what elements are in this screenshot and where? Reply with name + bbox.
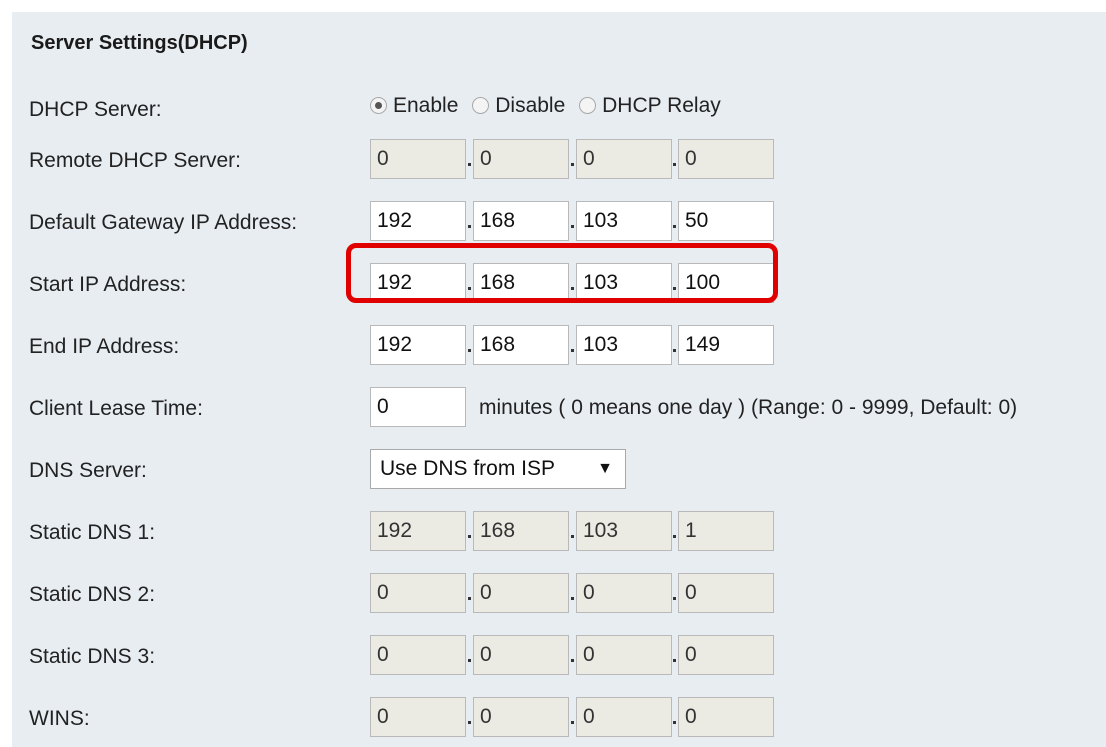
static-dns2-label: Static DNS 2:: [29, 583, 156, 606]
radio-disable-label: Disable: [495, 94, 566, 117]
static-dns3-octet-4: [678, 635, 774, 675]
static-dns1-row: Static DNS 1:: [12, 511, 1106, 555]
end-ip-octet-1[interactable]: [370, 325, 466, 365]
octet-separator-dot: [571, 287, 574, 290]
remote-dhcp-octet-3: [576, 139, 672, 179]
octet-separator-dot: [468, 225, 471, 228]
octet-separator-dot: [468, 349, 471, 352]
static-dns1-octet-4: [678, 511, 774, 551]
wins-octet-1: [370, 697, 466, 737]
octet-separator-dot: [673, 597, 676, 600]
remote-dhcp-octet-2: [473, 139, 569, 179]
dhcp-server-radio-group: Enable Disable DHCP Relay: [370, 94, 729, 118]
radio-disable[interactable]: [472, 97, 490, 114]
octet-separator-dot: [468, 721, 471, 724]
remote-dhcp-label: Remote DHCP Server:: [29, 149, 242, 172]
start-ip-octet-2[interactable]: [473, 263, 569, 303]
chevron-down-icon: ▼: [597, 460, 613, 477]
start-ip-label: Start IP Address:: [29, 273, 187, 296]
remote-dhcp-octet-4: [678, 139, 774, 179]
radio-enable-label: Enable: [393, 94, 459, 117]
end-ip-label: End IP Address:: [29, 335, 180, 358]
start-ip-octet-3[interactable]: [576, 263, 672, 303]
client-lease-input[interactable]: [370, 387, 466, 427]
dhcp-settings-panel: Server Settings(DHCP) DHCP Server: Enabl…: [12, 12, 1106, 747]
default-gateway-row: Default Gateway IP Address:: [12, 201, 1106, 245]
default-gateway-label: Default Gateway IP Address:: [29, 211, 298, 234]
wins-row: WINS:: [12, 697, 1106, 741]
static-dns3-label: Static DNS 3:: [29, 645, 156, 668]
static-dns2-row: Static DNS 2:: [12, 573, 1106, 617]
start-ip-octet-4[interactable]: [678, 263, 774, 303]
default-gateway-octet-3[interactable]: [576, 201, 672, 241]
octet-separator-dot: [673, 535, 676, 538]
octet-separator-dot: [571, 349, 574, 352]
wins-octet-3: [576, 697, 672, 737]
static-dns1-octet-3: [576, 511, 672, 551]
octet-separator-dot: [468, 287, 471, 290]
dns-server-label: DNS Server:: [29, 459, 147, 482]
end-ip-octet-3[interactable]: [576, 325, 672, 365]
remote-dhcp-server-row: Remote DHCP Server:: [12, 139, 1106, 183]
static-dns1-octet-1: [370, 511, 466, 551]
start-ip-row: Start IP Address:: [12, 263, 1106, 307]
octet-separator-dot: [571, 721, 574, 724]
remote-dhcp-octet-1: [370, 139, 466, 179]
wins-label: WINS:: [29, 707, 90, 730]
octet-separator-dot: [673, 721, 676, 724]
section-title: Server Settings(DHCP): [31, 32, 248, 54]
start-ip-octet-1[interactable]: [370, 263, 466, 303]
static-dns3-octet-3: [576, 635, 672, 675]
client-lease-label: Client Lease Time:: [29, 397, 203, 420]
octet-separator-dot: [571, 225, 574, 228]
static-dns2-octet-3: [576, 573, 672, 613]
end-ip-row: End IP Address:: [12, 325, 1106, 369]
octet-separator-dot: [673, 659, 676, 662]
static-dns3-octet-2: [473, 635, 569, 675]
dns-server-row: DNS Server: Use DNS from ISP ▼: [12, 449, 1106, 493]
end-ip-octet-2[interactable]: [473, 325, 569, 365]
static-dns3-octet-1: [370, 635, 466, 675]
default-gateway-octet-4[interactable]: [678, 201, 774, 241]
default-gateway-octet-1[interactable]: [370, 201, 466, 241]
radio-dhcp-relay[interactable]: [579, 97, 597, 114]
octet-separator-dot: [571, 659, 574, 662]
octet-separator-dot: [468, 535, 471, 538]
octet-separator-dot: [468, 597, 471, 600]
octet-separator-dot: [468, 163, 471, 166]
octet-separator-dot: [673, 287, 676, 290]
wins-octet-2: [473, 697, 569, 737]
static-dns2-octet-1: [370, 573, 466, 613]
octet-separator-dot: [673, 225, 676, 228]
dhcp-server-row: DHCP Server: Enable Disable DHCP Relay: [12, 88, 1106, 132]
octet-separator-dot: [673, 349, 676, 352]
octet-separator-dot: [468, 659, 471, 662]
static-dns1-label: Static DNS 1:: [29, 521, 156, 544]
default-gateway-octet-2[interactable]: [473, 201, 569, 241]
static-dns1-octet-2: [473, 511, 569, 551]
octet-separator-dot: [571, 597, 574, 600]
dhcp-server-label: DHCP Server:: [29, 98, 162, 121]
static-dns2-octet-4: [678, 573, 774, 613]
dns-server-selected-value: Use DNS from ISP: [380, 457, 556, 480]
octet-separator-dot: [571, 535, 574, 538]
dns-server-select[interactable]: Use DNS from ISP ▼: [370, 449, 626, 489]
static-dns3-row: Static DNS 3:: [12, 635, 1106, 679]
client-lease-row: Client Lease Time: minutes ( 0 means one…: [12, 387, 1106, 431]
radio-enable[interactable]: [370, 97, 387, 114]
octet-separator-dot: [571, 163, 574, 166]
static-dns2-octet-2: [473, 573, 569, 613]
client-lease-hint: minutes ( 0 means one day ) (Range: 0 - …: [479, 396, 1018, 419]
wins-octet-4: [678, 697, 774, 737]
octet-separator-dot: [673, 163, 676, 166]
radio-dhcp-relay-label: DHCP Relay: [602, 94, 721, 117]
end-ip-octet-4[interactable]: [678, 325, 774, 365]
